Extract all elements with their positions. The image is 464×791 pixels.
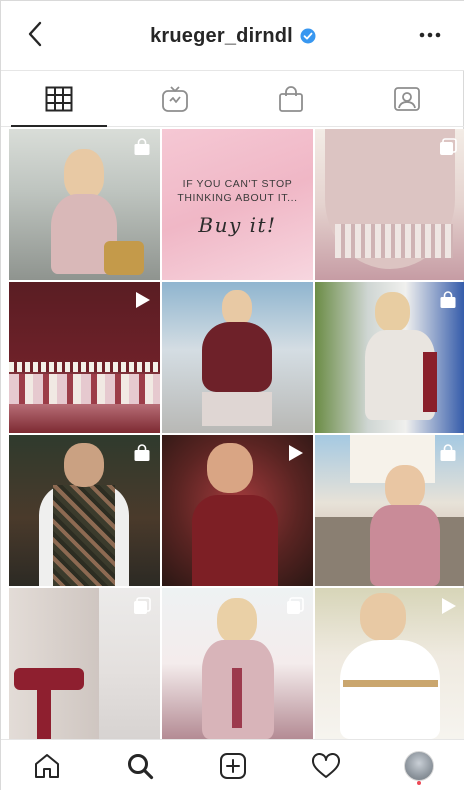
photo-detail	[222, 290, 252, 326]
more-options-button[interactable]	[415, 23, 445, 47]
tagged-icon	[394, 86, 420, 111]
photo-detail	[202, 392, 272, 426]
photo-detail	[9, 374, 160, 404]
more-horizontal-icon	[419, 32, 441, 38]
home-icon	[35, 753, 60, 778]
verified-badge-icon	[300, 28, 316, 44]
quote-script: Buy it!	[198, 213, 277, 237]
photo-detail	[192, 495, 278, 586]
photo-detail	[207, 443, 253, 493]
tab-igtv[interactable]	[117, 71, 233, 126]
tab-grid[interactable]	[1, 71, 117, 127]
grid-post-quote[interactable]: IF YOU CAN'T STOP THINKING ABOUT IT... B…	[162, 129, 313, 280]
shopping-bag-icon	[438, 443, 458, 463]
nav-home[interactable]	[1, 740, 94, 791]
quote-text: IF YOU CAN'T STOP THINKING ABOUT IT... B…	[162, 177, 313, 237]
grid-post[interactable]	[9, 282, 160, 433]
grid-post[interactable]	[9, 588, 160, 739]
app-frame: krueger_dirndl IF YOU CAN'T STOP THINKIN…	[0, 0, 464, 791]
nav-profile[interactable]	[372, 740, 464, 791]
tab-shop[interactable]	[233, 71, 349, 126]
photo-detail	[370, 505, 440, 586]
grid-post[interactable]	[9, 435, 160, 586]
video-play-icon	[132, 290, 152, 310]
bottom-nav	[1, 739, 464, 791]
new-post-icon	[219, 752, 246, 779]
igtv-icon	[162, 85, 188, 112]
photo-detail	[64, 443, 104, 487]
grid-post[interactable]	[9, 129, 160, 280]
grid-icon	[45, 86, 73, 111]
activity-heart-icon	[311, 752, 340, 778]
shopping-bag-icon	[279, 85, 303, 112]
carousel-icon	[132, 596, 152, 616]
photo-detail	[53, 485, 115, 586]
profile-avatar	[403, 750, 434, 781]
shopping-bag-icon	[132, 443, 152, 463]
search-icon	[128, 753, 154, 779]
notification-dot	[416, 781, 421, 785]
photo-detail	[64, 149, 104, 199]
photo-detail	[217, 598, 257, 644]
nav-search[interactable]	[94, 740, 187, 791]
quote-line-2: THINKING ABOUT IT...	[177, 192, 298, 204]
shopping-bag-icon	[438, 290, 458, 310]
photo-detail	[375, 292, 410, 332]
grid-post[interactable]	[315, 282, 464, 433]
photo-detail	[340, 640, 440, 739]
video-play-icon	[285, 443, 305, 463]
photo-detail	[335, 224, 453, 258]
grid-post[interactable]	[315, 435, 464, 586]
grid-post[interactable]	[315, 588, 464, 739]
tab-tagged[interactable]	[349, 71, 464, 126]
profile-username: krueger_dirndl	[150, 24, 293, 47]
grid-post[interactable]	[162, 435, 313, 586]
quote-line-1: IF YOU CAN'T STOP	[182, 178, 293, 190]
photo-detail	[232, 668, 242, 728]
photo-detail	[9, 588, 99, 739]
photo-detail	[360, 593, 406, 641]
grid-post[interactable]	[162, 282, 313, 433]
shopping-bag-icon	[132, 137, 152, 157]
carousel-icon	[285, 596, 305, 616]
nav-new-post[interactable]	[187, 740, 280, 791]
photo-detail	[202, 322, 272, 392]
nav-activity[interactable]	[279, 740, 372, 791]
photo-detail	[385, 465, 425, 510]
profile-header: krueger_dirndl	[1, 1, 464, 71]
carousel-icon	[438, 137, 458, 157]
post-grid: IF YOU CAN'T STOP THINKING ABOUT IT... B…	[9, 129, 464, 739]
photo-detail	[423, 352, 437, 412]
photo-detail	[37, 684, 51, 739]
photo-detail	[9, 362, 160, 372]
photo-detail	[104, 241, 144, 275]
grid-post[interactable]	[315, 129, 464, 280]
video-play-icon	[438, 596, 458, 616]
photo-detail	[343, 680, 438, 687]
grid-post[interactable]	[162, 588, 313, 739]
title-group: krueger_dirndl	[1, 23, 464, 49]
profile-tabs	[1, 71, 464, 127]
